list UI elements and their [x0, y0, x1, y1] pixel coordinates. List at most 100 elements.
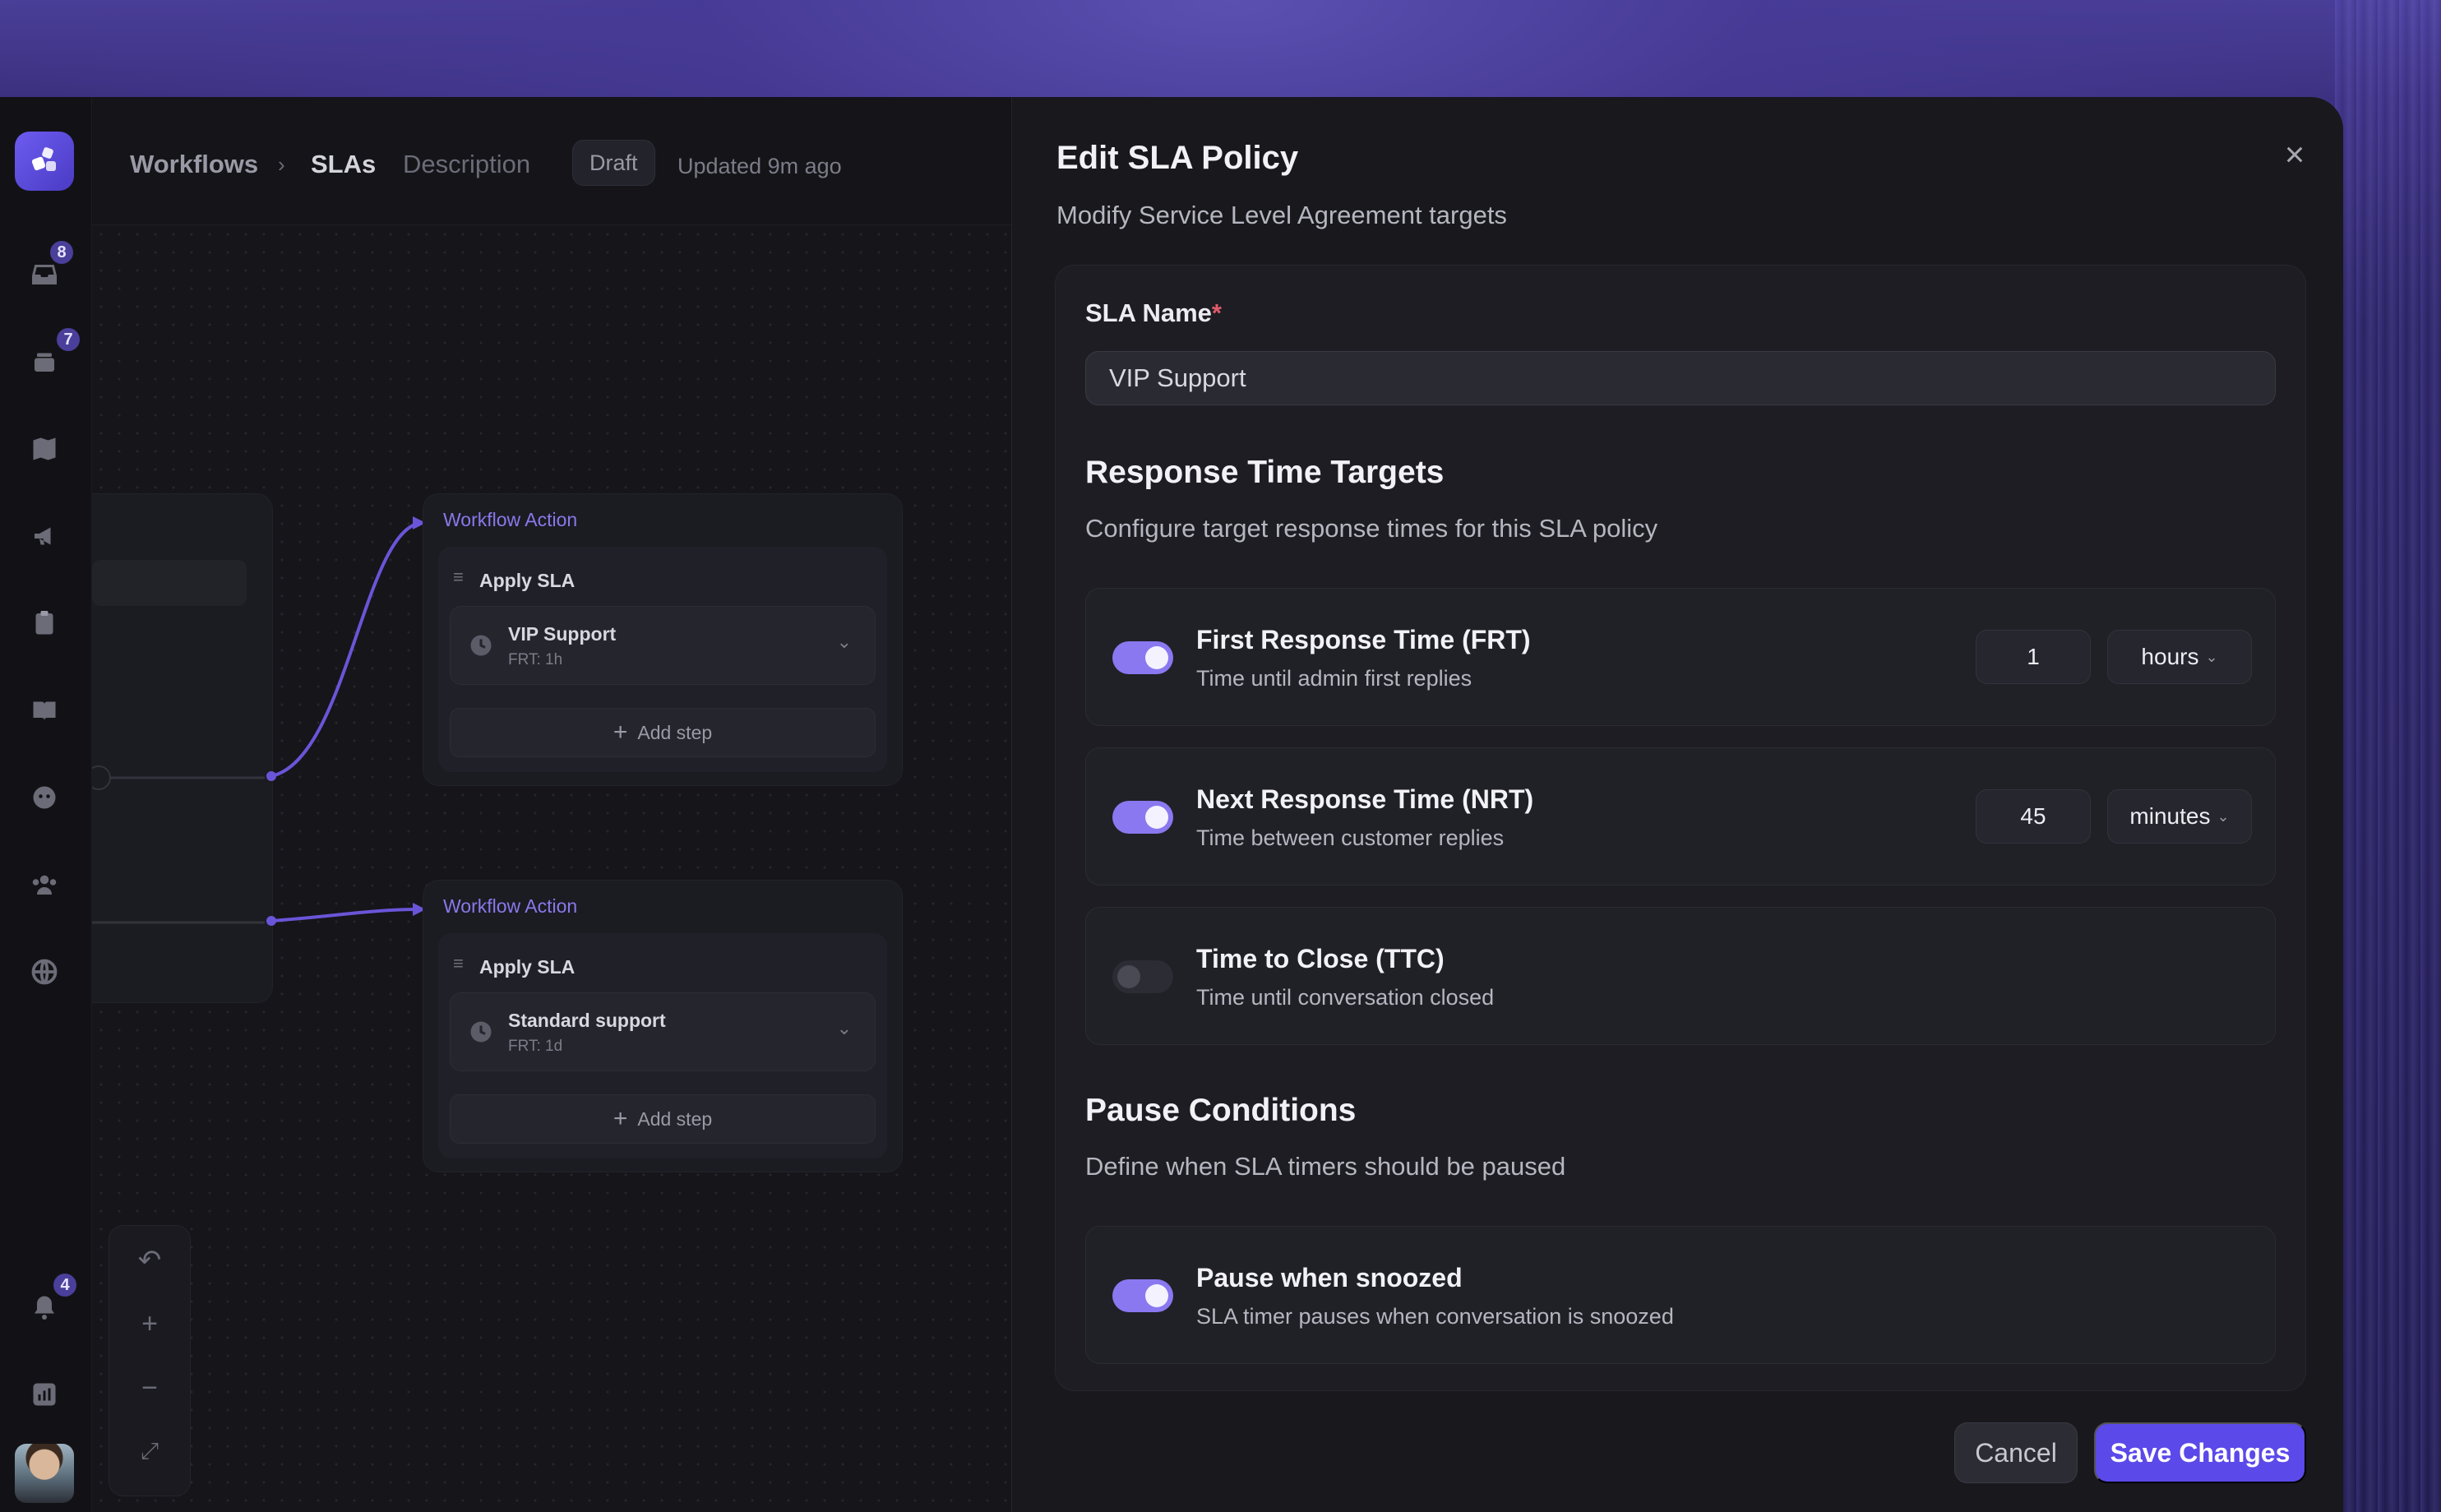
bot-icon[interactable] — [28, 781, 61, 814]
left-rail: 8 7 4 — [0, 97, 92, 1512]
chevron-down-icon: ⌄ — [2205, 648, 2218, 665]
backdrop-streaks — [2335, 0, 2441, 1512]
ttc-toggle[interactable] — [1112, 960, 1173, 993]
add-step-button[interactable]: + Add step — [450, 1094, 876, 1144]
breadcrumb: Workflows › SLAs Description Draft Updat… — [92, 97, 1011, 225]
clock-icon — [470, 635, 492, 656]
sla-select-name: Standard support — [508, 1010, 666, 1031]
edit-sla-panel: Edit SLA Policy Modify Service Level Agr… — [1011, 97, 2343, 1512]
required-mark: * — [1211, 298, 1222, 327]
plus-icon: + — [613, 719, 628, 746]
sla-name-label: SLA Name* — [1085, 298, 1222, 328]
drag-handle-icon[interactable]: ≡ — [453, 566, 464, 588]
sla-select[interactable]: Standard support FRT: 1d ⌄ — [450, 992, 876, 1071]
unit-label: hours — [2141, 644, 2199, 669]
response-section-title: Response Time Targets — [1085, 455, 1445, 490]
tickets-badge: 7 — [54, 326, 82, 354]
workflow-description[interactable]: Description — [403, 148, 530, 181]
node-header: Workflow Action — [443, 509, 578, 530]
drag-handle-icon[interactable]: ≡ — [453, 953, 464, 974]
add-step-button[interactable]: + Add step — [450, 708, 876, 757]
add-step-label: Add step — [637, 1107, 713, 1130]
chevron-down-icon: ⌄ — [836, 631, 852, 652]
unit-label: minutes — [2129, 803, 2211, 829]
app-logo[interactable] — [15, 132, 74, 191]
pause-title: Pause when snoozed — [1196, 1263, 1463, 1292]
reports-icon[interactable] — [28, 1378, 61, 1411]
target-title: First Response Time (FRT) — [1196, 625, 1531, 654]
add-step-label: Add step — [637, 721, 713, 743]
target-subtitle: Time until admin first replies — [1196, 666, 1472, 691]
clock-icon — [470, 1021, 492, 1043]
pause-row-snoozed: Pause when snoozed SLA timer pauses when… — [1085, 1226, 2276, 1364]
megaphone-icon[interactable] — [28, 520, 61, 553]
nrt-unit-select[interactable]: minutes ⌄ — [2107, 789, 2252, 844]
pause-section-title: Pause Conditions — [1085, 1093, 1357, 1128]
target-subtitle: Time until conversation closed — [1196, 985, 1495, 1010]
chevron-down-icon: ⌄ — [836, 1018, 852, 1038]
breadcrumb-workflows[interactable]: Workflows — [130, 148, 258, 181]
undo-icon[interactable]: ↶ — [109, 1244, 190, 1277]
sla-name-label-text: SLA Name — [1085, 298, 1212, 327]
updated-timestamp: Updated 9m ago — [677, 154, 842, 178]
nrt-value-input[interactable] — [1976, 789, 2091, 844]
close-icon[interactable]: × — [2270, 130, 2319, 179]
target-subtitle: Time between customer replies — [1196, 825, 1505, 850]
pause-snoozed-toggle[interactable] — [1112, 1279, 1173, 1312]
sla-select-detail: FRT: 1h — [508, 651, 563, 668]
modal-title: Edit SLA Policy — [1056, 140, 1299, 176]
toggle-knob — [1145, 806, 1168, 829]
connector-lines — [92, 516, 426, 926]
target-row-nrt: Next Response Time (NRT) Time between cu… — [1085, 747, 2276, 885]
breadcrumb-separator-icon: › — [278, 152, 285, 177]
cancel-button[interactable]: Cancel — [1954, 1422, 2078, 1483]
frt-unit-select[interactable]: hours ⌄ — [2107, 630, 2252, 684]
target-title: Next Response Time (NRT) — [1196, 784, 1534, 814]
zoom-controls: ↶ + − ⤢ — [109, 1225, 191, 1496]
node-header: Workflow Action — [443, 895, 578, 917]
toggle-knob — [1145, 1284, 1168, 1307]
nrt-toggle[interactable] — [1112, 801, 1173, 834]
team-icon[interactable] — [28, 868, 61, 901]
modal-subtitle: Modify Service Level Agreement targets — [1056, 201, 1507, 229]
workflow-canvas[interactable]: Workflow Action ≡ Apply SLA VIP Support … — [92, 225, 1011, 1512]
notifications-badge: 4 — [51, 1271, 79, 1299]
sla-name-input[interactable] — [1085, 351, 2276, 405]
tickets-icon[interactable] — [28, 345, 61, 378]
save-changes-button[interactable]: Save Changes — [2094, 1422, 2306, 1483]
apply-sla-step[interactable]: ≡ Apply SLA VIP Support FRT: 1h ⌄ + Add … — [438, 547, 887, 772]
frt-value-input[interactable] — [1976, 630, 2091, 684]
globe-icon[interactable] — [28, 955, 61, 988]
plus-icon: + — [613, 1105, 628, 1132]
frt-toggle[interactable] — [1112, 641, 1173, 674]
zoom-in-icon[interactable]: + — [109, 1308, 190, 1340]
workflow-action-node[interactable]: Workflow Action ≡ Apply SLA Standard sup… — [423, 880, 903, 1172]
target-row-frt: First Response Time (FRT) Time until adm… — [1085, 588, 2276, 726]
pause-section-subtitle: Define when SLA timers should be paused — [1085, 1152, 1566, 1181]
sla-select-name: VIP Support — [508, 623, 617, 645]
workflow-action-node[interactable]: Workflow Action ≡ Apply SLA VIP Support … — [423, 493, 903, 786]
logo-icon — [31, 147, 56, 171]
fit-view-icon[interactable]: ⤢ — [109, 1438, 190, 1465]
sla-form: SLA Name* Response Time Targets Configur… — [1055, 265, 2306, 1391]
breadcrumb-slas[interactable]: SLAs — [311, 148, 376, 181]
sla-select-detail: FRT: 1d — [508, 1038, 563, 1055]
toggle-knob — [1145, 646, 1168, 669]
inbox-badge: 8 — [48, 238, 76, 266]
clipboard-icon[interactable] — [28, 607, 61, 640]
zoom-out-icon[interactable]: − — [109, 1372, 190, 1404]
apply-sla-step[interactable]: ≡ Apply SLA Standard support FRT: 1d ⌄ +… — [438, 933, 887, 1158]
pause-subtitle: SLA timer pauses when conversation is sn… — [1196, 1304, 1674, 1329]
step-title: Apply SLA — [479, 956, 576, 978]
sla-select[interactable]: VIP Support FRT: 1h ⌄ — [450, 606, 876, 685]
book-icon[interactable] — [28, 694, 61, 727]
toggle-knob — [1117, 965, 1140, 988]
map-icon[interactable] — [28, 432, 61, 465]
response-section-subtitle: Configure target response times for this… — [1085, 514, 1658, 543]
status-badge: Draft — [572, 140, 655, 186]
target-row-ttc: Time to Close (TTC) Time until conversat… — [1085, 907, 2276, 1045]
target-title: Time to Close (TTC) — [1196, 944, 1445, 973]
step-title: Apply SLA — [479, 570, 576, 591]
user-avatar[interactable] — [15, 1444, 74, 1503]
chevron-down-icon: ⌄ — [2217, 807, 2230, 825]
